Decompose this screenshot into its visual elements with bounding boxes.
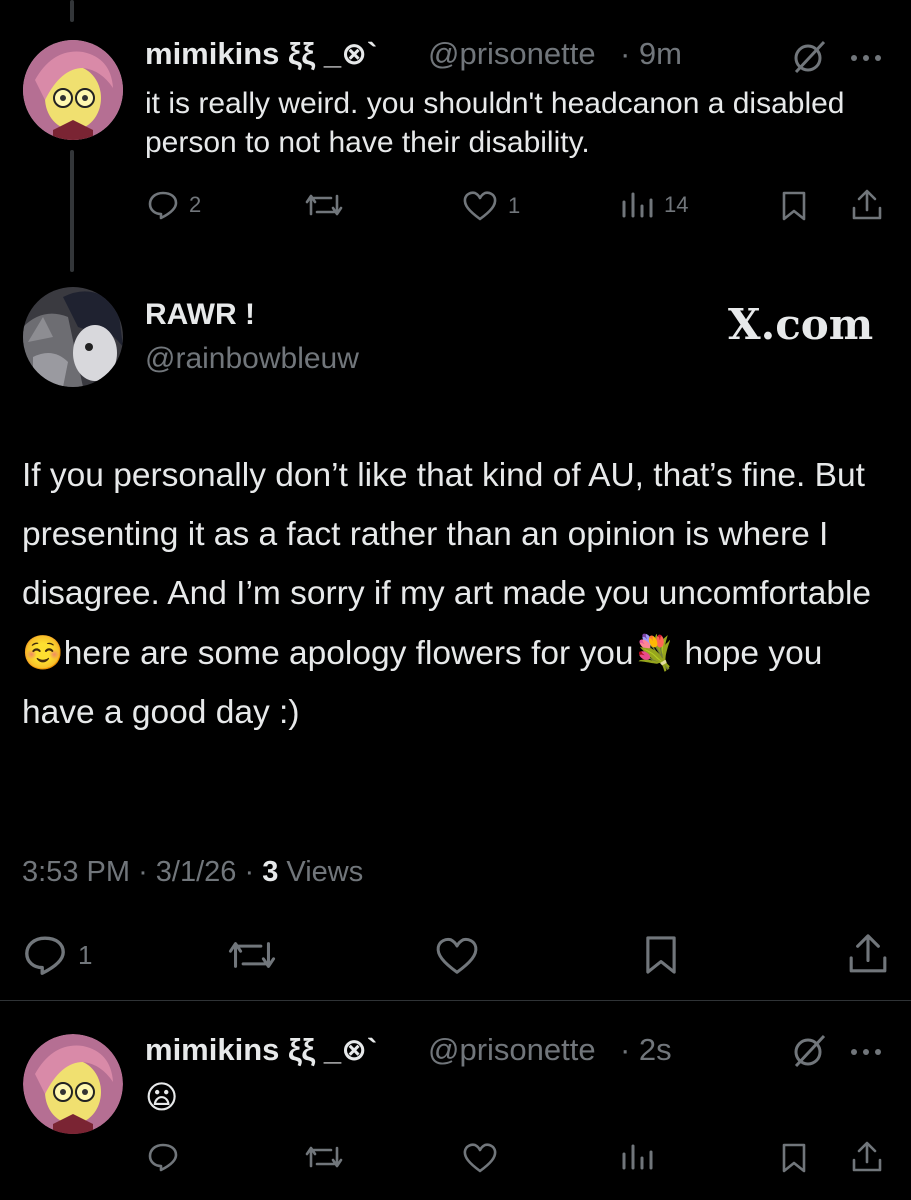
reply-button[interactable]: 2 [147, 190, 201, 220]
grok-icon[interactable] [790, 38, 828, 81]
heart-icon [436, 937, 478, 974]
share-button[interactable] [846, 932, 890, 976]
post-text: 😦 [145, 1078, 179, 1116]
author-handle[interactable]: @prisonette [428, 36, 596, 72]
bookmark-button[interactable] [778, 190, 810, 222]
views-button[interactable]: 14 [620, 190, 688, 220]
views-button[interactable] [620, 1142, 654, 1172]
retweet-icon [305, 1146, 343, 1168]
like-button[interactable] [434, 936, 480, 976]
reply-button[interactable]: 1 [22, 934, 92, 976]
heart-icon [463, 1143, 497, 1173]
bookmark-button[interactable] [778, 1142, 810, 1174]
heart-icon [463, 191, 497, 221]
reply-count: 2 [189, 192, 202, 217]
views-label: Views [286, 856, 364, 888]
like-button[interactable] [462, 1142, 498, 1174]
reply-icon [148, 191, 178, 220]
post-text: If you personally don’t like that kind o… [22, 446, 902, 742]
post-time[interactable]: · 9m [620, 36, 682, 72]
post-time[interactable]: 3:53 PM [22, 856, 130, 888]
post-text-part2: here are some apology flowers for you [63, 635, 634, 672]
reply-icon [148, 1143, 178, 1172]
thread-line-middle [70, 150, 74, 272]
grok-icon[interactable] [790, 1032, 828, 1075]
more-icon[interactable] [848, 50, 884, 68]
author-name[interactable]: mimikins ξξ _⊗` [145, 36, 377, 72]
post-time[interactable]: · 2s [620, 1032, 672, 1068]
bookmark-button[interactable] [640, 934, 682, 976]
thread-line-top [70, 0, 74, 22]
reply-button[interactable] [147, 1142, 179, 1172]
post-metadata: 3:53 PM · 3/1/26 · 3 Views [22, 856, 363, 889]
retweet-button[interactable] [303, 1142, 345, 1172]
author-name[interactable]: RAWR ! [145, 298, 255, 332]
share-icon [849, 934, 887, 973]
views-count: 14 [664, 192, 689, 217]
retweet-icon [305, 194, 343, 216]
author-handle[interactable]: @prisonette [428, 1032, 596, 1068]
bookmark-icon [782, 1143, 806, 1173]
reply-count: 1 [78, 939, 93, 970]
views-icon [622, 192, 653, 218]
post-text: it is really weird. you shouldn't headca… [145, 87, 845, 159]
bouquet-emoji: 💐 [633, 633, 676, 672]
views-count: 3 [262, 856, 279, 888]
divider [0, 1000, 911, 1001]
views-icon [622, 1144, 653, 1170]
author-handle[interactable]: @rainbowbleuw [145, 342, 359, 376]
like-count: 1 [508, 193, 521, 218]
bookmark-icon [782, 191, 806, 221]
author-name[interactable]: mimikins ξξ _⊗` [145, 1032, 377, 1068]
more-icon[interactable] [848, 1044, 884, 1062]
retweet-button[interactable] [303, 190, 345, 220]
reply-icon [25, 936, 65, 975]
bookmark-icon [646, 936, 676, 974]
like-button[interactable]: 1 [462, 190, 520, 222]
avatar[interactable] [23, 40, 123, 140]
share-icon [852, 1141, 882, 1172]
share-icon [852, 189, 882, 220]
smiling-emoji: ☺️ [22, 633, 64, 672]
avatar[interactable] [23, 287, 123, 387]
retweet-button[interactable] [225, 936, 279, 974]
share-button[interactable] [850, 188, 884, 222]
avatar[interactable] [23, 1034, 123, 1134]
share-button[interactable] [850, 1140, 884, 1174]
retweet-icon [228, 942, 276, 968]
x-watermark: X.com [728, 300, 874, 349]
post-date[interactable]: · 3/1/26 · [138, 856, 254, 888]
post-text-part1: If you personally don’t like that kind o… [22, 457, 872, 612]
